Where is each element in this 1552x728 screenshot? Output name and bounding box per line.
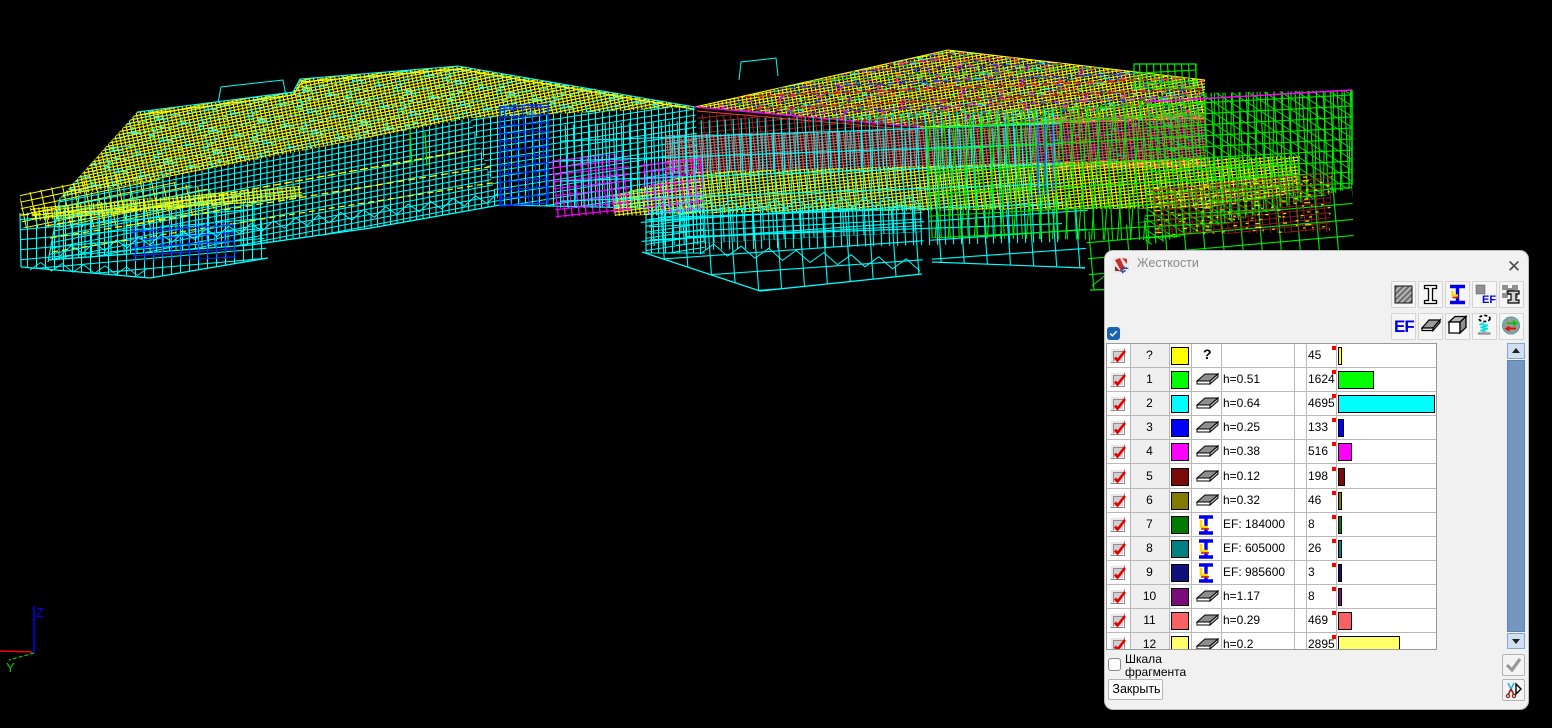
svg-text:Z: Z (36, 605, 44, 620)
svg-text:Y: Y (6, 660, 15, 675)
svg-text:EF: EF (1482, 294, 1496, 306)
svg-text:EF: EF (1394, 317, 1414, 336)
